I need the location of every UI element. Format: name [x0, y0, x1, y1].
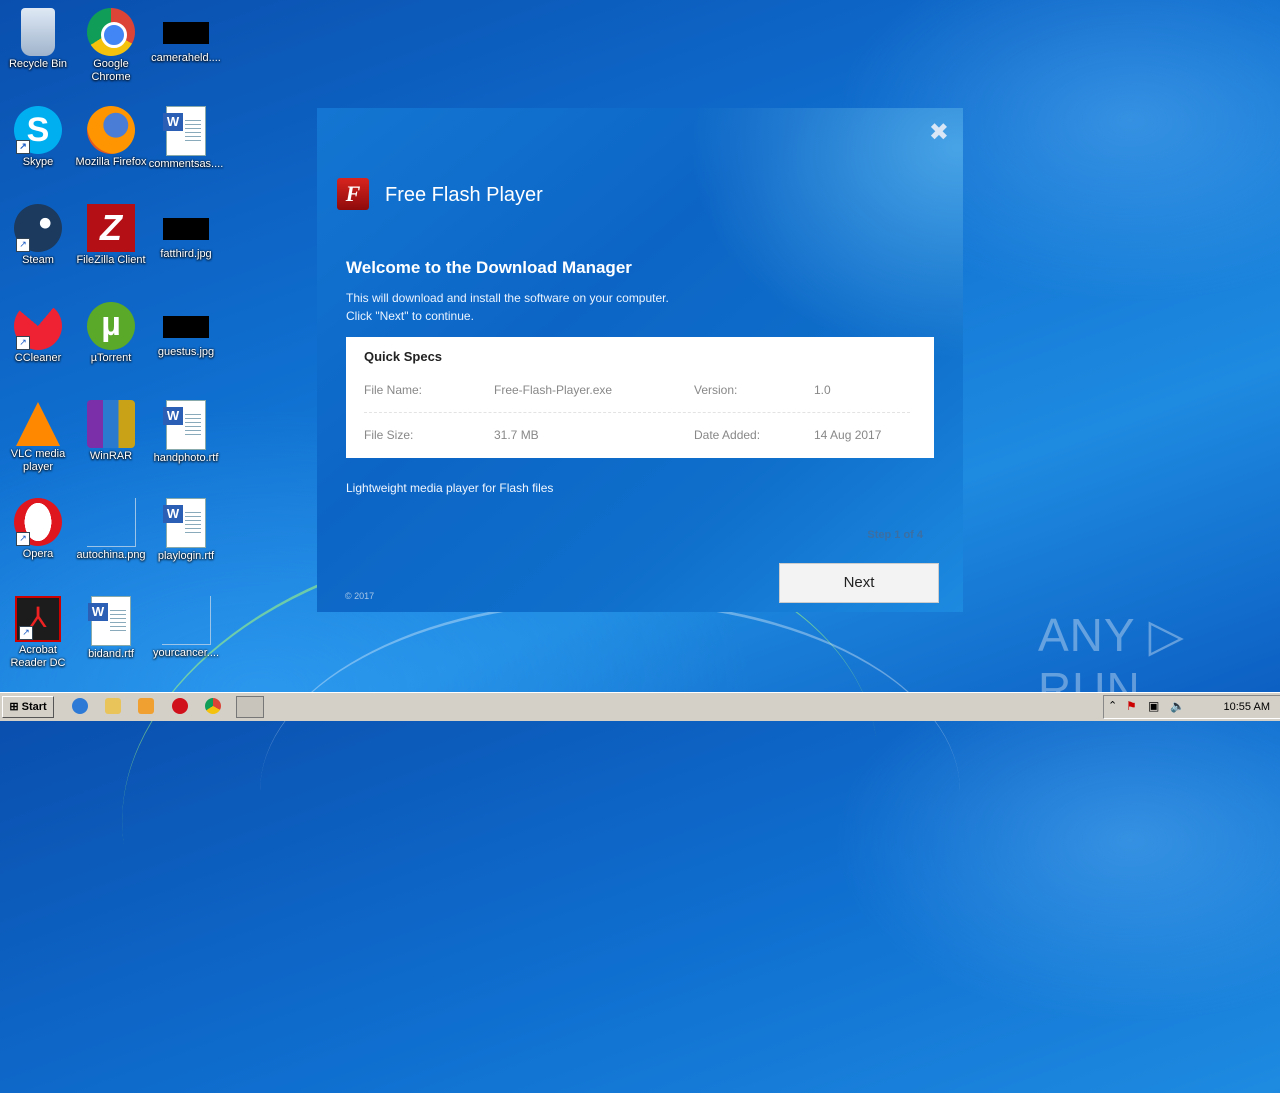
desktop-icon-firefox[interactable]: Mozilla Firefox [73, 100, 149, 169]
vlc-icon [16, 402, 60, 446]
word-doc-icon [163, 106, 206, 156]
specs-divider [364, 412, 910, 413]
wallpaper-swoosh [260, 600, 960, 983]
image-file-icon [86, 498, 136, 547]
image-file-icon [163, 218, 209, 240]
desktop-icon-yourcancer[interactable]: yourcancer.... [148, 590, 224, 660]
desktop-icon-fatthird[interactable]: fatthird.jpg [148, 198, 224, 261]
utorrent-icon: µ [87, 302, 135, 350]
word-doc-icon [163, 400, 206, 450]
file-size-value: 31.7 MB [494, 428, 539, 442]
chrome-icon [87, 8, 135, 56]
firefox-icon [87, 106, 135, 154]
shortcut-arrow-icon: ↗ [19, 626, 33, 640]
image-file-icon [163, 316, 209, 338]
volume-icon[interactable]: 🔈 [1170, 699, 1185, 713]
skype-icon: S ↗ [14, 106, 62, 154]
taskbar: ⊞ Start ⌃ ⚑ ▣ 🔈 10:55 AM [0, 692, 1280, 721]
next-button[interactable]: Next [779, 563, 939, 603]
shortcut-arrow-icon: ↗ [16, 336, 30, 350]
explorer-icon[interactable] [105, 698, 121, 714]
word-doc-icon [88, 596, 131, 646]
date-added-label: Date Added: [694, 428, 761, 442]
shortcut-arrow-icon: ↗ [16, 238, 30, 252]
close-icon[interactable]: ✖ [929, 118, 949, 147]
image-file-icon [163, 22, 209, 44]
desktop-icon-bidand[interactable]: bidand.rtf [73, 590, 149, 661]
steam-icon: ↗ [14, 204, 62, 252]
desktop-icon-commentsas[interactable]: commentsas.... [148, 100, 224, 171]
opera-icon[interactable] [172, 698, 188, 714]
installer-window: ✖ F Free Flash Player Welcome to the Dow… [317, 108, 963, 612]
desktop-icon-guestus[interactable]: guestus.jpg [148, 296, 224, 359]
desktop-icon-chrome[interactable]: Google Chrome [73, 2, 149, 84]
app-title: Free Flash Player [385, 184, 543, 206]
ie-icon[interactable] [72, 698, 88, 714]
desktop-icon-cameraheld[interactable]: cameraheld.... [148, 2, 224, 65]
ccleaner-icon: ↗ [14, 302, 62, 350]
desktop-icon-skype[interactable]: S ↗ Skype [0, 100, 76, 169]
file-name-label: File Name: [364, 383, 423, 397]
chrome-icon[interactable] [205, 698, 221, 714]
recycle-bin-icon [21, 8, 55, 56]
desktop-icon-winrar[interactable]: WinRAR [73, 394, 149, 463]
welcome-heading: Welcome to the Download Manager [346, 258, 632, 277]
shortcut-arrow-icon: ↗ [16, 140, 30, 154]
windows-logo-icon: ⊞ [9, 701, 19, 713]
installer-task-icon[interactable] [236, 696, 264, 718]
file-icon [161, 596, 211, 645]
clock[interactable]: 10:55 AM [1224, 701, 1270, 713]
flash-logo-icon: F [337, 178, 369, 210]
word-doc-icon [163, 498, 206, 548]
desktop-icon-opera[interactable]: ↗ Opera [0, 492, 76, 561]
version-label: Version: [694, 383, 738, 397]
action-center-icon[interactable]: ⚑ [1126, 699, 1137, 713]
welcome-description: This will download and install the softw… [346, 291, 669, 323]
shortcut-arrow-icon: ↗ [16, 532, 30, 546]
desktop-icon-playlogin[interactable]: playlogin.rtf [148, 492, 224, 563]
acrobat-icon: ⅄ ↗ [15, 596, 61, 642]
date-added-value: 14 Aug 2017 [814, 428, 882, 442]
desktop-icon-steam[interactable]: ↗ Steam [0, 198, 76, 267]
desktop-icon-handphoto[interactable]: handphoto.rtf [148, 394, 224, 465]
desktop-icon-vlc[interactable]: VLC media player [0, 394, 76, 474]
winrar-icon [87, 400, 135, 448]
show-hidden-icon[interactable]: ⌃ [1108, 699, 1117, 712]
file-name-value: Free-Flash-Player.exe [494, 383, 613, 397]
system-tray: ⌃ ⚑ ▣ 🔈 10:55 AM [1103, 695, 1280, 719]
filezilla-icon: Z [87, 204, 135, 252]
product-tagline: Lightweight media player for Flash files [346, 481, 554, 495]
network-icon[interactable]: ▣ [1148, 699, 1159, 713]
file-size-label: File Size: [364, 428, 414, 442]
step-indicator: Step 1 of 4 [867, 529, 923, 541]
start-button[interactable]: ⊞ Start [2, 696, 54, 718]
quick-specs-panel: Quick Specs File Name: Free-Flash-Player… [346, 337, 934, 458]
desktop-icon-acrobat[interactable]: ⅄ ↗ Acrobat Reader DC [0, 590, 76, 670]
desktop-icon-filezilla[interactable]: Z FileZilla Client [73, 198, 149, 267]
desktop-icon-recycle-bin[interactable]: Recycle Bin [0, 2, 76, 71]
desktop-icon-utorrent[interactable]: µ µTorrent [73, 296, 149, 365]
opera-icon: ↗ [14, 498, 62, 546]
version-value: 1.0 [814, 383, 831, 397]
desktop-icon-autochina[interactable]: autochina.png [73, 492, 149, 562]
media-player-icon[interactable] [138, 698, 154, 714]
copyright-text: © 2017 [345, 591, 375, 601]
desktop-icon-ccleaner[interactable]: ↗ CCleaner [0, 296, 76, 365]
quick-specs-title: Quick Specs [364, 349, 443, 364]
